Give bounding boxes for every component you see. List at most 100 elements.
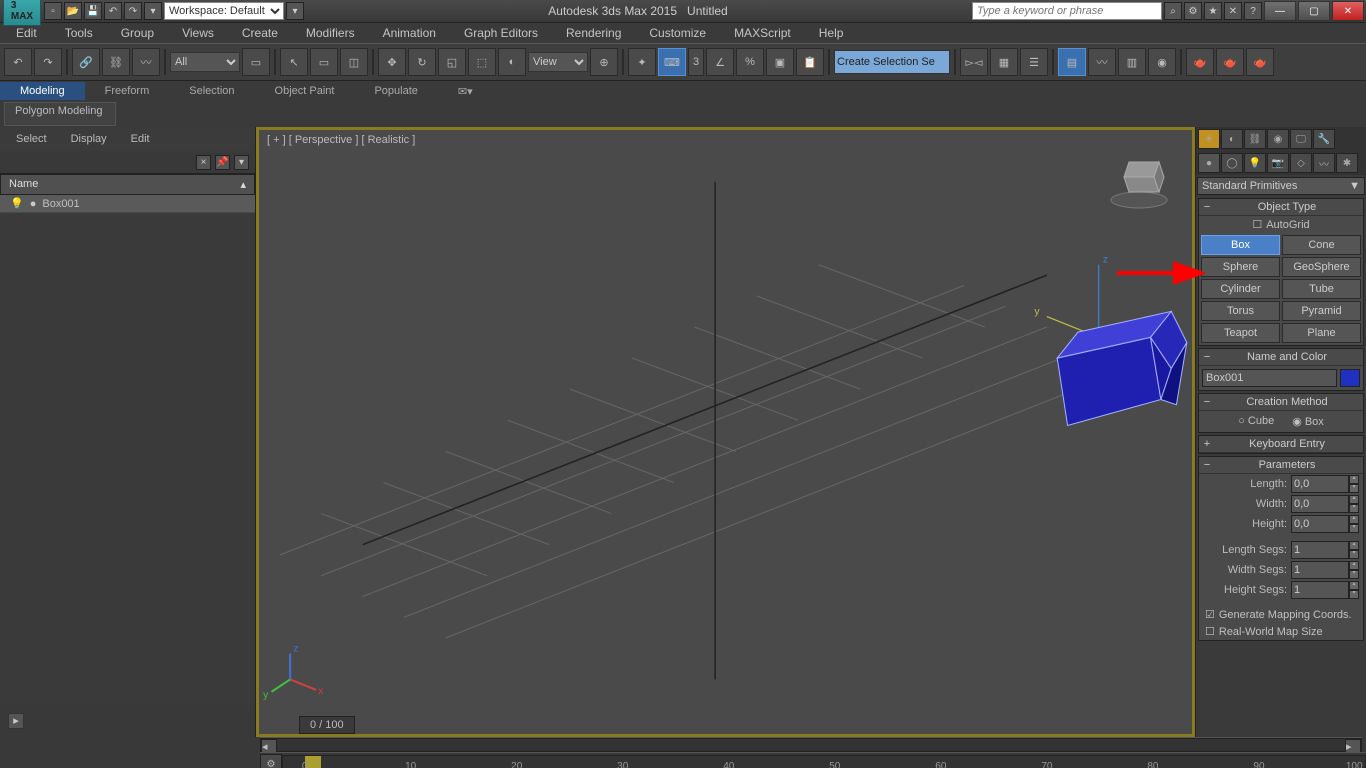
workspace-select[interactable]: Workspace: Default [164, 2, 284, 20]
close-panel-icon[interactable]: × [196, 155, 211, 170]
maximize-button[interactable]: ▢ [1298, 1, 1330, 21]
keyboard-shortcut-button[interactable]: ⌨ [658, 48, 686, 76]
width-segs-input[interactable] [1291, 561, 1349, 579]
generate-mapping-checkbox[interactable]: ☑Generate Mapping Coords. [1199, 606, 1363, 623]
time-track[interactable]: 0 10 20 30 40 50 60 70 80 90 100 [282, 755, 1366, 768]
scene-item-box001[interactable]: 💡 ● Box001 [0, 195, 255, 213]
geosphere-button[interactable]: GeoSphere [1282, 257, 1361, 277]
snap-toggle-3[interactable]: 3 [688, 48, 704, 76]
menu-maxscript[interactable]: MAXScript [720, 23, 805, 43]
scene-tab-edit[interactable]: Edit [131, 133, 150, 145]
menu-create[interactable]: Create [228, 23, 292, 43]
timeline[interactable]: ⚙ 0 10 20 30 40 50 60 70 80 90 100 [260, 752, 1366, 768]
motion-tab-icon[interactable]: ◉ [1267, 129, 1289, 149]
scale-button[interactable]: ◱ [438, 48, 466, 76]
menu-modifiers[interactable]: Modifiers [292, 23, 369, 43]
percent-snap-button[interactable]: % [736, 48, 764, 76]
width-input[interactable] [1291, 495, 1349, 513]
scene-column-name[interactable]: Name▴ [0, 174, 255, 195]
menu-customize[interactable]: Customize [635, 23, 720, 43]
shapes-subtab-icon[interactable]: ◯ [1221, 153, 1243, 173]
cameras-subtab-icon[interactable]: 📷 [1267, 153, 1289, 173]
tab-modeling[interactable]: Modeling [0, 82, 85, 100]
modify-tab-icon[interactable]: ◐ [1221, 129, 1243, 149]
viewport[interactable]: [ + ] [ Perspective ] [ Realistic ] [256, 127, 1195, 737]
unlink-button[interactable]: ⛓ [102, 48, 130, 76]
rotate-button[interactable]: ↻ [408, 48, 436, 76]
tab-populate[interactable]: Populate [354, 82, 437, 100]
star-icon[interactable]: ★ [1204, 2, 1222, 20]
redo-button[interactable]: ↷ [34, 48, 62, 76]
menu-rendering[interactable]: Rendering [552, 23, 635, 43]
height-input[interactable] [1291, 515, 1349, 533]
move-button[interactable]: ✥ [378, 48, 406, 76]
project-icon[interactable]: ▾ [144, 2, 162, 20]
scene-tab-select[interactable]: Select [16, 133, 47, 145]
spacewarps-subtab-icon[interactable]: 〰 [1313, 153, 1335, 173]
box-radio[interactable]: ◉ Box [1292, 415, 1324, 428]
helpers-subtab-icon[interactable]: ◇ [1290, 153, 1312, 173]
primitive-category-select[interactable]: Standard Primitives▼ [1197, 177, 1365, 195]
select-object-button[interactable]: ▭ [242, 48, 270, 76]
selection-filter[interactable]: All [170, 52, 240, 72]
redo-icon[interactable]: ↷ [124, 2, 142, 20]
expand-panel-icon[interactable]: ▸ [8, 713, 24, 729]
menu-graph-editors[interactable]: Graph Editors [450, 23, 552, 43]
window-crossing-button[interactable]: ◫ [340, 48, 368, 76]
coord-system-select[interactable]: View [528, 52, 588, 72]
rendered-frame-button[interactable]: 🫖 [1216, 48, 1244, 76]
save-icon[interactable]: 💾 [84, 2, 102, 20]
object-color-swatch[interactable] [1340, 369, 1360, 387]
polygon-modeling-tab[interactable]: Polygon Modeling [4, 102, 116, 126]
utilities-tab-icon[interactable]: 🔧 [1313, 129, 1335, 149]
ribbon-menu-icon[interactable]: ✉▾ [438, 82, 493, 101]
cone-button[interactable]: Cone [1282, 235, 1361, 255]
placement-button[interactable]: ⬚ [468, 48, 496, 76]
pyramid-button[interactable]: Pyramid [1282, 301, 1361, 321]
close-button[interactable]: ✕ [1332, 1, 1364, 21]
named-selection-input[interactable] [834, 50, 950, 74]
center-button[interactable]: ⊕ [590, 48, 618, 76]
spinner-snap-button[interactable]: ▣ [766, 48, 794, 76]
plane-button[interactable]: Plane [1282, 323, 1361, 343]
create-tab-icon[interactable]: ✳ [1198, 129, 1220, 149]
undo-button[interactable]: ↶ [4, 48, 32, 76]
menu-group[interactable]: Group [107, 23, 168, 43]
exchange-icon[interactable]: ✕ [1224, 2, 1242, 20]
scene-tab-display[interactable]: Display [71, 133, 107, 145]
height-segs-input[interactable] [1291, 581, 1349, 599]
schematic-button[interactable]: ▥ [1118, 48, 1146, 76]
pin-panel-icon[interactable]: 📌 [215, 155, 230, 170]
display-tab-icon[interactable]: 🖵 [1290, 129, 1312, 149]
viewcube[interactable] [1104, 142, 1174, 212]
tab-object-paint[interactable]: Object Paint [255, 82, 355, 100]
toggle-ribbon-button[interactable]: ▤ [1058, 48, 1086, 76]
render-button[interactable]: 🫖 [1246, 48, 1274, 76]
tab-freeform[interactable]: Freeform [85, 82, 170, 100]
cube-radio[interactable]: ○ Cube [1238, 415, 1274, 428]
curve-editor-button[interactable]: 〰 [1088, 48, 1116, 76]
geometry-subtab-icon[interactable]: ● [1198, 153, 1220, 173]
reference-coord-button[interactable]: ◐ [498, 48, 526, 76]
length-segs-input[interactable] [1291, 541, 1349, 559]
minimize-button[interactable]: — [1264, 1, 1296, 21]
visibility-icon[interactable]: 💡 [10, 197, 24, 210]
menu-edit[interactable]: Edit [2, 23, 51, 43]
render-setup-button[interactable]: 🫖 [1186, 48, 1214, 76]
select-button[interactable]: ↖ [280, 48, 308, 76]
real-world-checkbox[interactable]: ☐Real-World Map Size [1199, 623, 1363, 640]
systems-subtab-icon[interactable]: ✱ [1336, 153, 1358, 173]
angle-snap-button[interactable]: ∠ [706, 48, 734, 76]
edit-named-button[interactable]: 📋 [796, 48, 824, 76]
teapot-button[interactable]: Teapot [1201, 323, 1280, 343]
undo-icon[interactable]: ↶ [104, 2, 122, 20]
lights-subtab-icon[interactable]: 💡 [1244, 153, 1266, 173]
object-name-input[interactable] [1202, 369, 1337, 387]
options-icon[interactable]: ▾ [234, 155, 249, 170]
new-icon[interactable]: ▫ [44, 2, 62, 20]
tube-button[interactable]: Tube [1282, 279, 1361, 299]
select-region-button[interactable]: ▭ [310, 48, 338, 76]
workspace-menu-icon[interactable]: ▾ [286, 2, 304, 20]
help-link-icon[interactable]: ⚙ [1184, 2, 1202, 20]
tab-selection[interactable]: Selection [169, 82, 254, 100]
